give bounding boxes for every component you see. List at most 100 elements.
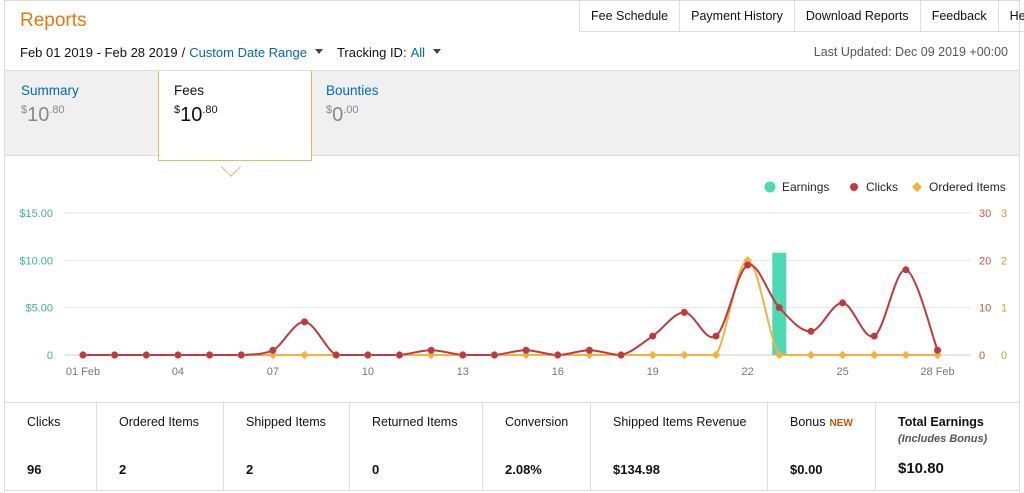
clicks-point — [870, 332, 878, 340]
ordered-items-point — [838, 350, 847, 360]
clicks-point — [490, 351, 498, 359]
ordered-items-point — [300, 350, 309, 360]
clicks-point — [554, 351, 562, 359]
clicks-legend-icon — [850, 183, 858, 191]
y-left-tick-label: $5.00 — [25, 303, 53, 315]
clicks-point — [585, 346, 593, 354]
payment-history-button[interactable]: Payment History — [680, 1, 795, 31]
metric-total-earnings: Total Earnings (Includes Bonus) $10.80 — [898, 415, 988, 477]
x-tick-label: 13 — [457, 366, 469, 378]
clicks-point — [649, 332, 657, 340]
x-tick-label: 01 Feb — [66, 366, 100, 378]
clicks-point — [744, 261, 752, 269]
clicks-point — [142, 351, 150, 359]
date-range-text: Feb 01 2019 - Feb 28 2019 — [20, 45, 178, 60]
tracking-id-label: Tracking ID: — [336, 45, 407, 60]
y-right-clicks-tick-label: 20 — [979, 255, 991, 267]
metric-ordered-items: Ordered Items 2 — [97, 403, 224, 491]
clicks-point — [174, 351, 182, 359]
clicks-point — [934, 346, 942, 354]
clicks-point — [396, 351, 403, 359]
reports-panel: Reports Fee Schedule Payment History Dow… — [4, 0, 1024, 491]
clicks-point — [332, 351, 340, 359]
tab-bounties[interactable]: Bounties $0.00 — [326, 83, 379, 127]
x-tick-label: 04 — [172, 366, 184, 378]
metrics-bar: Clicks 96 Ordered Items 2 Shipped Items … — [5, 402, 1019, 491]
clicks-point — [111, 351, 119, 359]
x-tick-label: 19 — [647, 366, 659, 378]
tab-summary[interactable]: Summary $10.80 — [21, 83, 79, 127]
report-filters: Feb 01 2019 - Feb 28 2019 / Custom Date … — [20, 45, 442, 60]
clicks-point — [617, 351, 625, 359]
ordered-items-legend-icon — [912, 182, 922, 192]
clicks-point — [79, 351, 87, 359]
date-separator: / — [181, 45, 186, 60]
chevron-down-icon[interactable] — [314, 49, 323, 54]
feedback-button[interactable]: Feedback — [921, 1, 999, 31]
y-right-clicks-tick-label: 0 — [979, 350, 985, 362]
earnings-legend-icon — [764, 181, 776, 193]
y-left-tick-label: 0 — [47, 350, 53, 362]
x-tick-label: 16 — [552, 366, 564, 378]
clicks-point — [839, 299, 847, 307]
clicks-point — [775, 304, 783, 312]
earnings-chart: $15.00$10.00$5.0003020100321001 Feb 04 07 1… — [19, 180, 1007, 378]
download-reports-button[interactable]: Download Reports — [795, 1, 921, 31]
tab-fees[interactable]: Fees $10.80 — [158, 71, 312, 161]
clicks-point — [427, 346, 435, 354]
tab-amount: $10.80 — [21, 104, 65, 126]
clicks-point — [807, 327, 815, 335]
ordered-items-point — [870, 350, 879, 360]
new-badge: NEW — [829, 418, 853, 429]
legend-label: Ordered Items — [929, 180, 1006, 194]
tracking-id-dropdown[interactable]: All — [411, 45, 425, 60]
clicks-point — [459, 351, 467, 359]
clicks-point — [301, 318, 309, 326]
ordered-items-point — [711, 350, 721, 360]
y-left-tick-label: $15.00 — [19, 208, 53, 220]
clicks-point — [206, 351, 214, 359]
custom-date-range-dropdown[interactable]: Custom Date Range — [189, 45, 307, 60]
tab-label: Summary — [21, 83, 79, 98]
clicks-point — [269, 346, 277, 354]
last-updated-text: Last Updated: Dec 09 2019 +00:00 — [813, 45, 1008, 59]
tab-amount: $10.80 — [174, 104, 218, 126]
top-navigation: Fee Schedule Payment History Download Re… — [579, 1, 1024, 32]
metric-conversion: Conversion 2.08% — [483, 403, 591, 491]
clicks-point — [902, 266, 910, 274]
x-tick-label: 22 — [742, 366, 754, 378]
help-button[interactable]: Help — [999, 1, 1024, 31]
tab-label: Bounties — [326, 83, 379, 98]
y-right-items-tick-label: 3 — [1001, 208, 1007, 220]
chevron-down-icon[interactable] — [433, 49, 442, 54]
ordered-items-point — [648, 350, 657, 360]
x-tick-label: 25 — [836, 366, 848, 378]
summary-tabs: Summary $10.80 Fees $10.80 Bounties $0.0… — [5, 70, 1019, 161]
y-right-clicks-tick-label: 30 — [979, 208, 991, 220]
clicks-point — [522, 346, 530, 354]
y-right-items-tick-label: 1 — [1001, 303, 1007, 315]
legend-label: Earnings — [782, 180, 829, 194]
x-tick-label: 10 — [362, 366, 374, 378]
metric-clicks: Clicks 96 — [5, 403, 97, 491]
clicks-point — [364, 351, 372, 359]
legend-label: Clicks — [866, 180, 898, 194]
x-tick-label: 28 Feb — [920, 366, 954, 378]
metric-returned-items: Returned Items 0 — [350, 403, 483, 491]
ordered-items-point — [680, 350, 689, 360]
fee-schedule-button[interactable]: Fee Schedule — [580, 1, 681, 31]
clicks-point — [680, 308, 688, 316]
ordered-items-point — [806, 350, 816, 360]
y-right-items-tick-label: 2 — [1001, 255, 1007, 267]
clicks-line — [82, 263, 939, 357]
metric-shipped-items: Shipped Items 2 — [224, 403, 350, 491]
y-right-items-tick-label: 0 — [1001, 350, 1007, 362]
earnings-bar — [772, 252, 787, 355]
y-left-tick-label: $10.00 — [19, 255, 53, 267]
metric-bonus: Bonus NEW $0.00 — [768, 403, 876, 491]
tab-amount: $0.00 — [326, 104, 359, 126]
x-tick-label: 07 — [267, 366, 279, 378]
clicks-point — [237, 351, 245, 359]
y-right-clicks-tick-label: 10 — [979, 303, 991, 315]
ordered-items-point — [901, 350, 911, 360]
